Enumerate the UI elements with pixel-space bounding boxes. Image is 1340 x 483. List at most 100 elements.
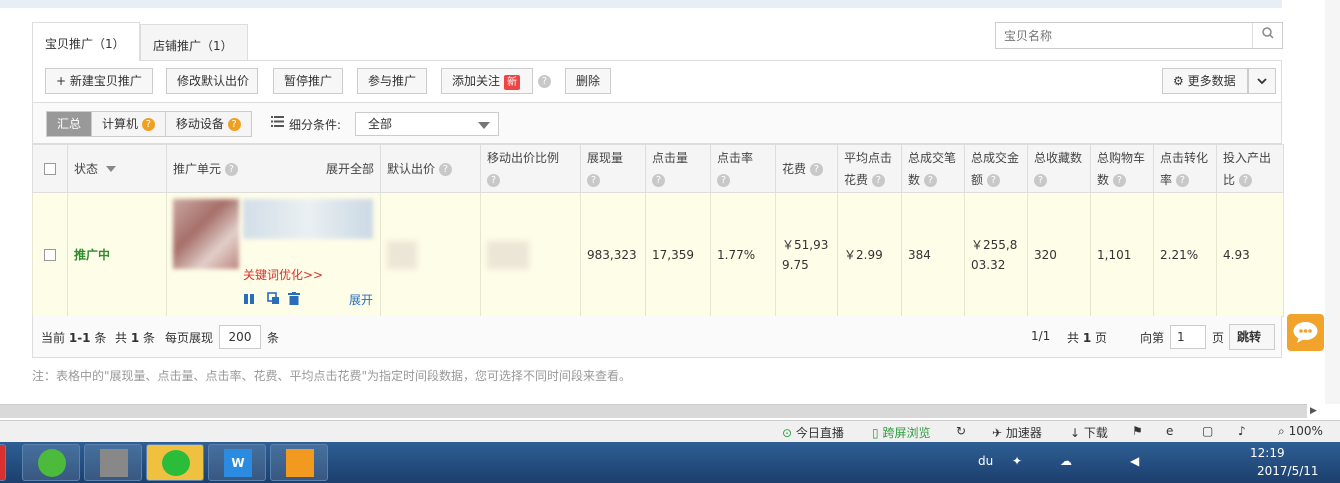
flag-icon[interactable]: ⚑ — [1132, 424, 1143, 438]
tab-item-promotion[interactable]: 宝贝推广（1） — [32, 22, 140, 61]
scroll-right-icon[interactable]: ▶ — [1310, 406, 1317, 416]
bid-blurred — [387, 240, 417, 269]
help-icon[interactable]: ? — [1238, 173, 1252, 187]
cost-cell: ￥51,93 9.75 — [775, 192, 838, 317]
help-icon[interactable]: ? — [538, 75, 551, 88]
search-input[interactable] — [996, 23, 1246, 48]
header-ctr: 点击率 ? — [710, 144, 776, 193]
taskbar-app-w[interactable]: W — [208, 444, 266, 481]
taskbar-app-red[interactable] — [0, 444, 6, 481]
new-promotion-button[interactable]: + 新建宝贝推广 — [45, 68, 153, 94]
window-icon[interactable]: ▢ — [1202, 424, 1213, 438]
status-cell: 推广中 — [67, 192, 167, 317]
help-icon[interactable]: ? — [1034, 173, 1047, 187]
help-icon[interactable]: ? — [587, 173, 600, 187]
goto-page-input[interactable]: 1 — [1170, 325, 1206, 349]
clock-time[interactable]: 12:19 — [1250, 446, 1285, 460]
copy-icon[interactable] — [267, 291, 280, 311]
help-icon[interactable]: ? — [1112, 173, 1126, 187]
volume-tray-icon[interactable]: ◀ — [1130, 454, 1139, 468]
vertical-scrollbar[interactable] — [1325, 0, 1340, 404]
help-icon[interactable]: ? — [227, 118, 241, 131]
trash-icon[interactable] — [288, 291, 300, 311]
ie-icon[interactable]: e — [1166, 424, 1173, 438]
play-icon: ⊙ — [782, 426, 793, 440]
wechat-icon — [162, 450, 190, 476]
button-label: 暂停推广 — [284, 74, 333, 88]
live-item[interactable]: ⊙ 今日直播 — [782, 424, 844, 441]
edit-default-bid-button[interactable]: 修改默认出价 — [166, 68, 258, 94]
join-promotion-button[interactable]: 参与推广 — [357, 68, 427, 94]
help-icon[interactable]: ? — [809, 162, 823, 176]
list-icon — [271, 116, 284, 130]
cloud-tray-icon[interactable]: ☁ — [1060, 454, 1072, 468]
goto-button[interactable]: 跳转 — [1229, 324, 1275, 350]
chat-float-button[interactable] — [1287, 314, 1324, 351]
header-roi: 投入产出比 ? — [1216, 144, 1284, 193]
help-icon[interactable]: ? — [1175, 173, 1189, 187]
filter-condition-label: 细分条件: — [289, 118, 342, 132]
help-icon[interactable]: ? — [923, 173, 937, 187]
more-data-dropdown[interactable] — [1248, 68, 1276, 94]
header-status[interactable]: 状态 — [67, 144, 167, 193]
delete-button[interactable]: 删除 — [565, 68, 611, 94]
select-value: 全部 — [368, 117, 393, 131]
cart-icon — [286, 449, 314, 477]
select-all-checkbox[interactable] — [44, 163, 56, 175]
taskbar-app-360[interactable] — [22, 444, 80, 481]
header-label: 花费 — [782, 161, 807, 176]
cross-screen-label: 跨屏浏览 — [882, 426, 931, 440]
help-icon[interactable]: ? — [141, 118, 155, 131]
header-label: 状态 — [74, 161, 99, 176]
add-follow-button[interactable]: 添加关注新 — [441, 68, 533, 94]
refresh-icon[interactable]: ↻ — [956, 424, 966, 438]
product-title-blurred[interactable] — [243, 199, 373, 239]
search-icon[interactable] — [1252, 23, 1282, 48]
clock-date[interactable]: 2017/5/11 — [1257, 464, 1319, 478]
help-icon[interactable]: ? — [224, 162, 238, 176]
avg-cpc-value: ￥2.99 — [837, 192, 902, 317]
taskbar-app-cart[interactable] — [270, 444, 328, 481]
help-icon[interactable]: ? — [438, 162, 452, 176]
product-thumbnail[interactable] — [173, 199, 239, 269]
gmv-value: ￥255,8 — [971, 237, 1018, 252]
zoom-item[interactable]: ⌕ 100% — [1278, 424, 1323, 439]
baidu-tray-icon[interactable]: du — [978, 454, 993, 468]
header-orders: 总成交笔数 ? — [901, 144, 965, 193]
help-icon[interactable]: ? — [986, 173, 1000, 187]
sort-down-icon[interactable] — [106, 166, 117, 172]
zoom-icon: ⌕ — [1278, 424, 1285, 438]
cross-screen-item[interactable]: ▯ 跨屏浏览 — [872, 424, 930, 441]
header-cart: 总购物车数 ? — [1090, 144, 1154, 193]
download-item[interactable]: ↓ 下载 — [1070, 424, 1108, 441]
help-icon[interactable]: ? — [871, 173, 885, 187]
help-icon[interactable]: ? — [652, 173, 665, 187]
pause-button[interactable]: 暂停推广 — [273, 68, 343, 94]
help-icon[interactable]: ? — [487, 173, 500, 187]
row-checkbox[interactable] — [44, 249, 56, 261]
help-icon[interactable]: ? — [717, 173, 730, 187]
horizontal-scrollbar[interactable]: ▶ — [0, 404, 1317, 418]
header-label: 比 — [1223, 172, 1236, 187]
header-bid: 默认出价 ? — [380, 144, 481, 193]
segment-mobile[interactable]: 移动设备 ? — [165, 112, 251, 136]
expand-all-link[interactable]: 展开全部 — [326, 158, 374, 180]
app-tray-icon[interactable]: ✦ — [1012, 454, 1022, 468]
row-select-cell — [32, 192, 68, 317]
per-page-input[interactable]: 200 — [219, 325, 261, 349]
taskbar-app-wechat[interactable] — [146, 444, 204, 481]
keyword-optimize-link[interactable]: 关键词优化>> — [243, 265, 323, 285]
tab-shop-promotion[interactable]: 店铺推广（1） — [140, 24, 248, 60]
expand-link[interactable]: 展开 — [349, 290, 373, 310]
segment-summary[interactable]: 汇总 — [47, 112, 93, 136]
segment-computer[interactable]: 计算机 ? — [92, 112, 166, 136]
search-box — [995, 22, 1283, 49]
speaker-icon[interactable]: ♪ — [1238, 424, 1246, 438]
pause-icon[interactable] — [243, 291, 255, 311]
more-data-button[interactable]: ⚙ 更多数据 — [1162, 68, 1248, 94]
taskbar-app-gray[interactable] — [84, 444, 142, 481]
accelerator-item[interactable]: ✈ 加速器 — [992, 424, 1042, 441]
filter-condition-select[interactable]: 全部 — [355, 112, 499, 136]
app-icon — [100, 449, 128, 477]
impressions-value: 983,323 — [580, 192, 646, 317]
